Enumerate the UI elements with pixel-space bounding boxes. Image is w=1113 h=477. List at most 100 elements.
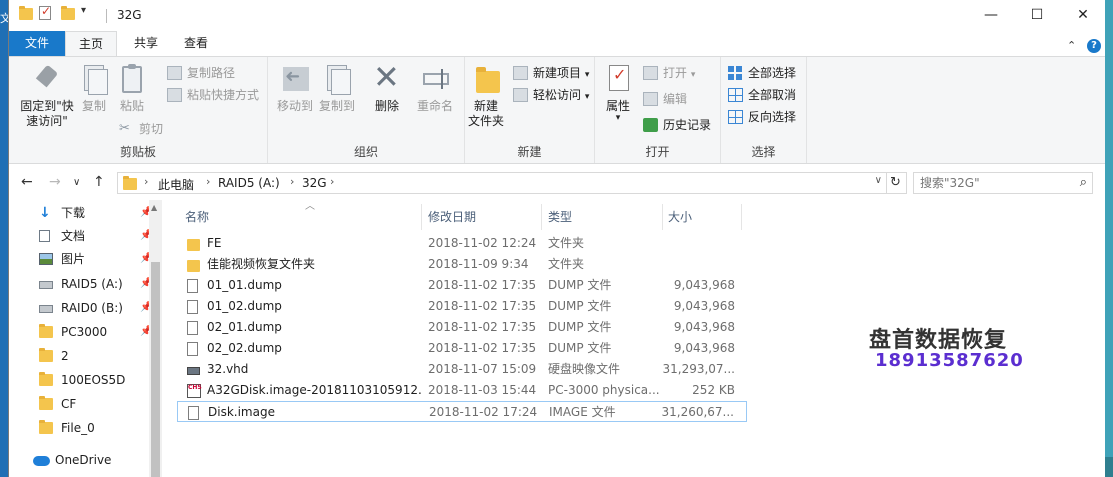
paste-button[interactable]: 粘贴 [115,63,149,114]
group-select-label: 选择 [751,145,776,159]
column-separator[interactable] [421,204,422,230]
forward-arrow-icon[interactable]: → [49,174,61,190]
copy-to-button[interactable]: 复制到 [316,63,358,114]
edit-icon [643,92,658,106]
paste-shortcut-button[interactable]: 粘贴快捷方式 [167,85,259,105]
column-header-date[interactable]: 修改日期 [428,205,476,229]
properties-quick-icon[interactable] [39,4,51,22]
cut-label: 剪切 [139,122,164,136]
breadcrumb-this-pc[interactable]: 此电脑 [158,176,194,193]
easy-access-button[interactable]: 轻松访问 ▾ [513,85,589,105]
copy-path-button[interactable]: 复制路径 [167,63,235,83]
breadcrumb-separator-icon[interactable]: › [290,175,294,188]
nav-item-downloads[interactable]: ↓ 下载 📌 [39,202,152,224]
copy-button[interactable]: 复制 [77,63,111,114]
breadcrumb-raid5[interactable]: RAID5 (A:) [218,176,280,190]
minimize-button[interactable]: — [968,0,1014,30]
file-row[interactable]: 02_02.dump 2018-11-02 17:35 DUMP 文件 9,04… [177,338,747,359]
tab-file[interactable]: 文件 [9,31,65,57]
customize-quick-access-icon[interactable]: ▾ [81,5,86,21]
rename-button[interactable]: 重命名 [414,63,456,114]
select-all-icon [728,66,743,80]
file-date: 2018-11-02 17:24 [429,405,538,419]
file-name: FE [207,236,222,250]
close-button[interactable]: ✕ [1060,0,1106,30]
file-row[interactable]: 佳能视频恢复文件夹 2018-11-09 9:34 文件夹 [177,254,747,275]
refresh-icon[interactable]: ↻ [885,172,907,194]
breadcrumb-separator-icon[interactable]: › [330,175,334,188]
nav-item-onedrive[interactable]: OneDrive [33,449,143,471]
address-dropdown-icon[interactable]: ∨ [875,175,882,186]
file-row[interactable]: 01_02.dump 2018-11-02 17:35 DUMP 文件 9,04… [177,296,747,317]
column-separator[interactable] [741,204,742,230]
new-folder-button[interactable]: 新建 文件夹 [465,63,507,129]
tab-home[interactable]: 主页 [65,31,117,57]
select-none-label: 全部取消 [748,88,797,102]
pin-quick-access-button[interactable]: 固定到"快 速访问" [15,63,79,129]
new-item-button[interactable]: 新建项目 ▾ [513,63,589,83]
properties-button[interactable]: 属性 ▾ [599,63,637,123]
invert-selection-button[interactable]: 反向选择 [728,107,796,127]
nav-item-pictures[interactable]: 图片 📌 [39,248,152,270]
breadcrumb-separator-icon[interactable]: › [206,175,210,188]
nav-scrollbar[interactable]: ▲ [149,200,162,477]
group-open-label: 打开 [645,145,670,159]
file-row-selected[interactable]: Disk.image 2018-11-02 17:24 IMAGE 文件 31,… [177,401,747,422]
new-folder-quick-icon[interactable] [61,6,75,24]
select-none-button[interactable]: 全部取消 [728,85,796,105]
column-header-name[interactable]: 名称 [185,205,209,229]
history-button[interactable]: 历史记录 [643,115,711,135]
copy-path-label: 复制路径 [187,66,236,80]
nav-item-pc3000[interactable]: PC3000 📌 [39,321,152,343]
new-folder-label-2: 文件夹 [467,114,504,128]
ribbon-collapse-icon[interactable]: ⌃ [1067,39,1076,52]
tab-view[interactable]: 查看 [171,31,221,57]
file-row[interactable]: FE 2018-11-02 12:24 文件夹 [177,233,747,254]
nav-item-2[interactable]: 2 [39,345,149,367]
scroll-up-icon[interactable]: ▲ [151,203,157,212]
column-header-type[interactable]: 类型 [548,205,572,229]
breadcrumb-32g[interactable]: 32G [302,176,327,190]
open-button[interactable]: 打开 ▾ [643,63,695,83]
file-date: 2018-11-02 17:35 [428,278,537,292]
select-all-button[interactable]: 全部选择 [728,63,796,83]
column-separator[interactable] [662,204,663,230]
up-arrow-icon[interactable]: ↑ [93,174,105,190]
file-name: 01_02.dump [207,299,282,313]
file-row[interactable]: 01_01.dump 2018-11-02 17:35 DUMP 文件 9,04… [177,275,747,296]
nav-scrollbar-thumb[interactable] [151,262,160,477]
delete-button[interactable]: ✕ 删除 [368,61,406,114]
search-box[interactable]: ⌕ [913,172,1093,194]
nav-item-raid0[interactable]: RAID0 (B:) 📌 [39,297,152,319]
select-none-icon [728,88,743,102]
nav-item-documents[interactable]: 文档 📌 [39,225,152,247]
file-row[interactable]: 02_01.dump 2018-11-02 17:35 DUMP 文件 9,04… [177,317,747,338]
back-arrow-icon[interactable]: ← [21,174,33,190]
help-icon[interactable]: ? [1087,39,1101,53]
address-bar[interactable]: › 此电脑 › RAID5 (A:) › 32G › ∨ [117,172,887,194]
move-to-button[interactable]: 移动到 [274,63,316,114]
tab-share[interactable]: 共享 [121,31,171,57]
nav-item-100eos5d[interactable]: 100EOS5D [39,369,149,391]
nav-item-label: 图片 [61,252,86,266]
nav-item-file0[interactable]: File_0 [39,417,149,439]
nav-item-cf[interactable]: CF [39,393,149,415]
open-label: 打开 [663,66,688,80]
file-row[interactable]: CHS A32GDisk.image-20181103105912... 201… [177,380,747,401]
nav-item-label: 2 [61,349,69,363]
nav-item-raid5[interactable]: RAID5 (A:) 📌 [39,273,152,295]
search-input[interactable] [920,175,1070,191]
cut-button[interactable]: ✂ 剪切 [119,119,163,139]
file-type: 硬盘映像文件 [548,362,621,376]
invert-selection-label: 反向选择 [748,110,797,124]
column-separator[interactable] [541,204,542,230]
copy-icon [78,63,110,95]
search-icon[interactable]: ⌕ [1080,175,1087,190]
edit-button[interactable]: 编辑 [643,89,687,109]
maximize-button[interactable]: ☐ [1014,0,1060,30]
file-size: 31,293,07... [662,362,735,376]
file-row[interactable]: 32.vhd 2018-11-07 15:09 硬盘映像文件 31,293,07… [177,359,747,380]
breadcrumb-separator-icon[interactable]: › [144,175,148,188]
column-header-size[interactable]: 大小 [668,205,692,229]
recent-locations-icon[interactable]: ∨ [73,177,80,188]
